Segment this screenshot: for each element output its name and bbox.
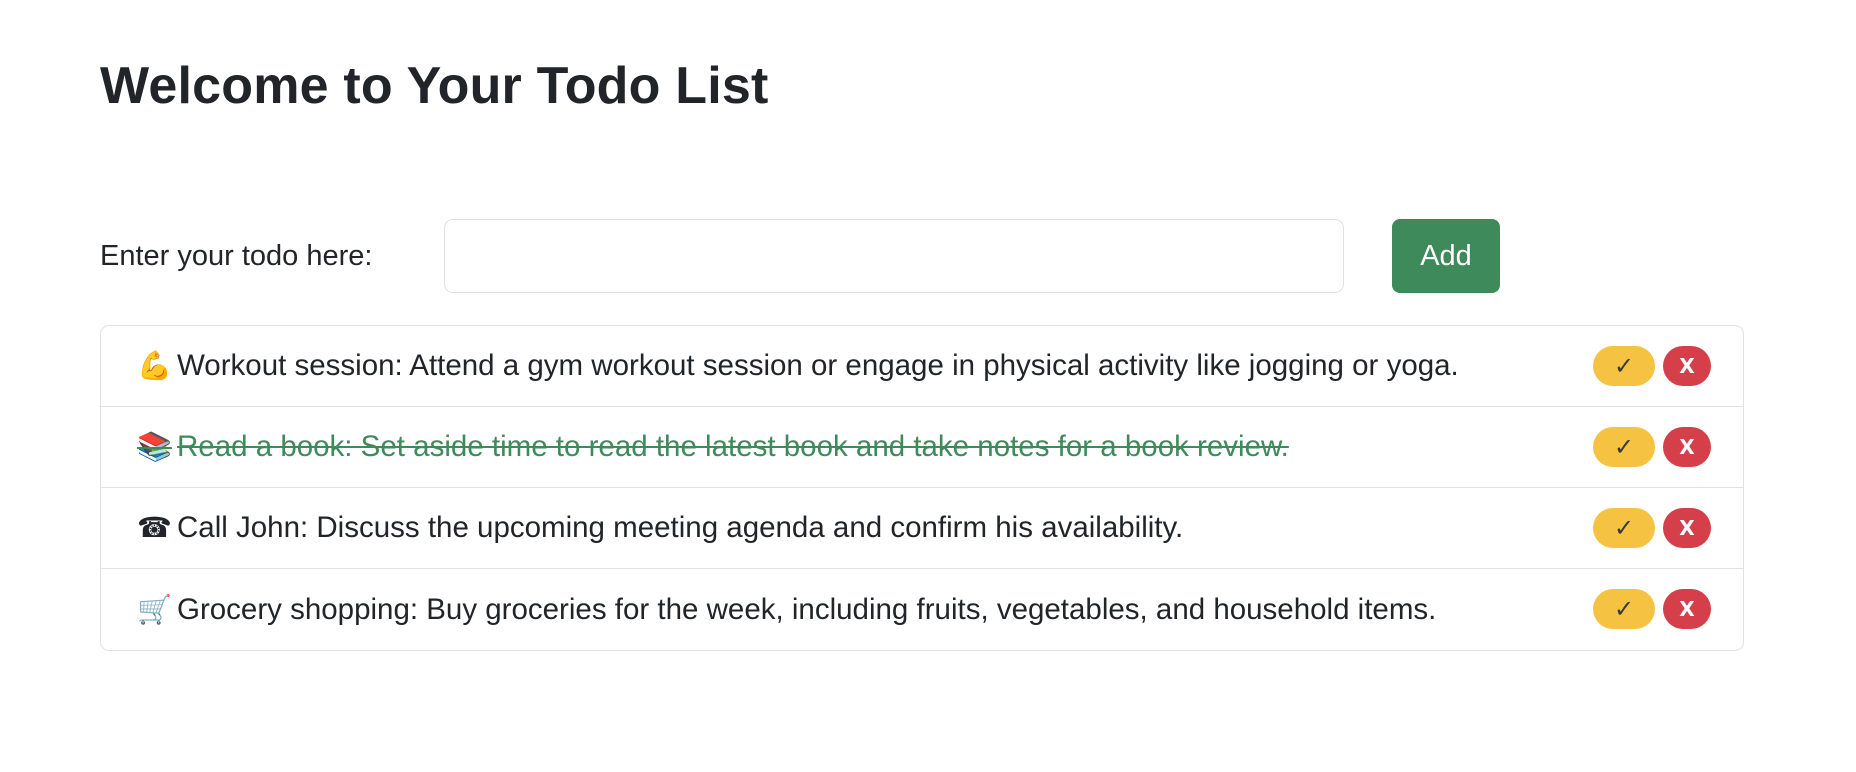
todo-list: 💪 Workout session: Attend a gym workout …	[100, 325, 1744, 651]
delete-button[interactable]: X	[1663, 507, 1711, 548]
complete-button[interactable]: ✓	[1593, 507, 1655, 548]
todo-input-label: Enter your todo here:	[100, 240, 373, 272]
books-icon: 📚	[137, 431, 172, 462]
todo-text: Workout session: Attend a gym workout se…	[177, 349, 1459, 382]
todo-item: ☎ Call John: Discuss the upcoming meetin…	[101, 488, 1743, 569]
delete-button[interactable]: X	[1663, 426, 1711, 467]
complete-button[interactable]: ✓	[1593, 588, 1655, 629]
delete-button[interactable]: X	[1663, 345, 1711, 386]
add-button[interactable]: Add	[1392, 219, 1500, 293]
todo-text: Call John: Discuss the upcoming meeting …	[177, 511, 1184, 544]
todo-text: Read a book: Set aside time to read the …	[177, 430, 1289, 463]
flexed-biceps-icon: 💪	[137, 350, 172, 381]
page-title: Welcome to Your Todo List	[100, 57, 769, 115]
todo-item: 💪 Workout session: Attend a gym workout …	[101, 326, 1743, 407]
todo-page: Welcome to Your Todo List Enter your tod…	[0, 0, 1856, 772]
todo-actions: ✓ X	[1593, 488, 1711, 567]
todo-item: 🛒 Grocery shopping: Buy groceries for th…	[101, 569, 1743, 650]
complete-button[interactable]: ✓	[1593, 426, 1655, 467]
todo-item: 📚 Read a book: Set aside time to read th…	[101, 407, 1743, 488]
todo-actions: ✓ X	[1593, 326, 1711, 405]
todo-actions: ✓ X	[1593, 407, 1711, 486]
add-todo-form: Enter your todo here: Add	[100, 219, 1500, 293]
complete-button[interactable]: ✓	[1593, 345, 1655, 386]
todo-actions: ✓ X	[1593, 569, 1711, 648]
todo-input[interactable]	[444, 219, 1344, 293]
telephone-icon: ☎	[137, 512, 172, 543]
todo-text: Grocery shopping: Buy groceries for the …	[177, 592, 1437, 626]
delete-button[interactable]: X	[1663, 588, 1711, 629]
shopping-cart-icon: 🛒	[137, 593, 172, 625]
